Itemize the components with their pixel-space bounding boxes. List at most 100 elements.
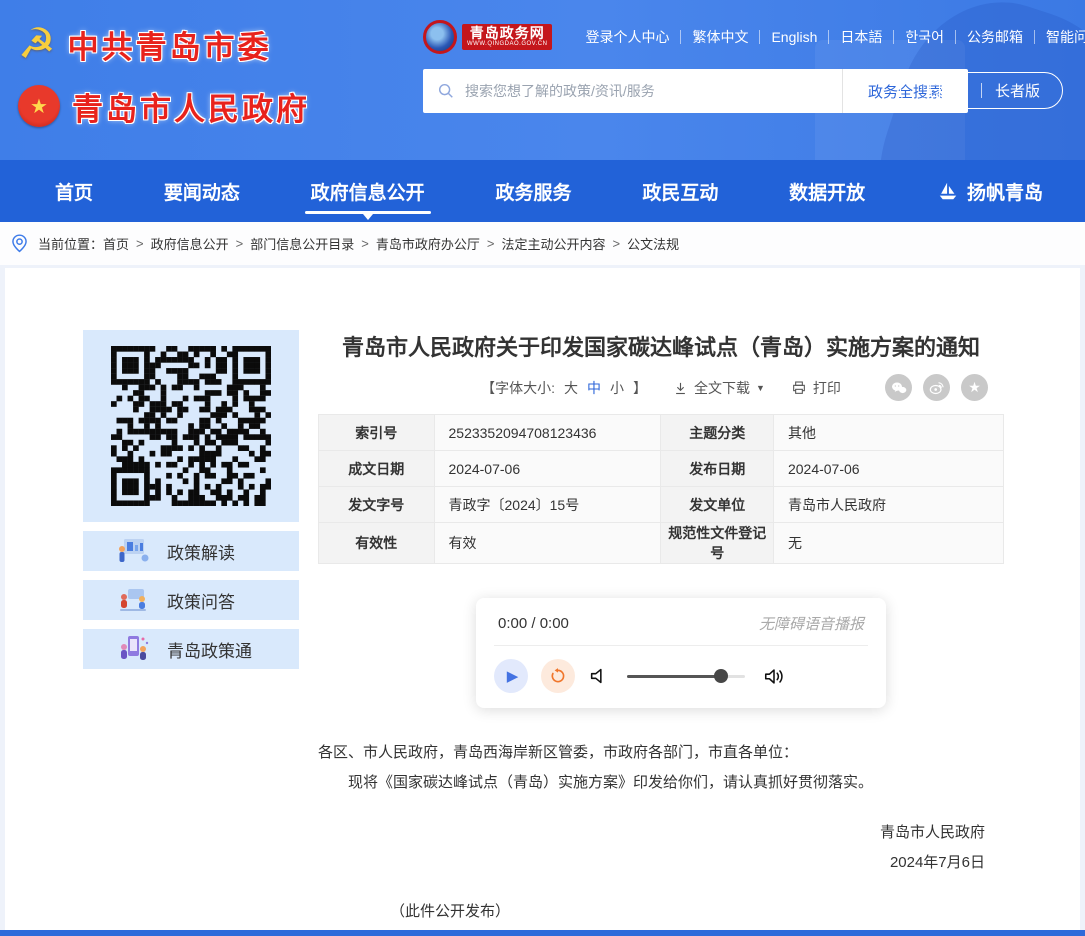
font-size-prefix: 【字体大小:	[481, 378, 555, 398]
breadcrumb-home[interactable]: 首页	[103, 234, 129, 253]
font-size-large-button[interactable]: 大	[564, 378, 578, 398]
sidebar-item-label: 青岛政策通	[167, 637, 252, 662]
print-button[interactable]: 打印	[791, 378, 841, 398]
play-button[interactable]: ▶	[494, 659, 528, 693]
download-full-text-button[interactable]: 全文下载 ▼	[673, 378, 765, 398]
volume-knob[interactable]	[714, 669, 728, 683]
breadcrumb-separator: >	[236, 236, 244, 251]
public-release-note: （此件公开发布）	[390, 900, 1004, 921]
link-english[interactable]: English	[760, 29, 828, 45]
favorite-star-icon[interactable]: ★	[961, 374, 988, 401]
font-size-medium-button[interactable]: 中	[587, 378, 601, 398]
globe-icon	[423, 20, 457, 54]
meta-label: 主题分类	[661, 415, 773, 451]
org-row-government: ★ 青岛市人民政府	[18, 78, 310, 134]
font-size-suffix: 】	[633, 378, 647, 398]
meta-value-topic-category: 其他	[773, 415, 1003, 451]
link-official-mail[interactable]: 公务邮箱	[956, 27, 1034, 47]
search-bar: 政务全搜索	[423, 69, 968, 113]
nav-label: 首页	[55, 178, 93, 205]
footer-strip	[0, 930, 1085, 936]
meta-label: 索引号	[319, 415, 435, 451]
accessibility-button[interactable]: 无障碍	[923, 80, 968, 101]
nav-sailing-qingdao[interactable]: 扬帆青岛	[936, 160, 1043, 222]
qr-code	[83, 330, 299, 522]
article-body: 各区、市人民政府，青岛西海岸新区管委，市政府各部门，市直各单位： 现将《国家碳达…	[318, 738, 1004, 798]
org-row-party: ☭ 中共青岛市委	[18, 16, 310, 72]
elder-version-button[interactable]: 长者版	[995, 80, 1040, 101]
paragraph-main: 现将《国家碳达峰试点（青岛）实施方案》印发给你们，请认真抓好贯彻落实。	[318, 768, 1004, 798]
party-emblem-icon: ☭	[18, 23, 56, 65]
weibo-share-icon[interactable]	[923, 374, 950, 401]
sidebar-item-policy-qa[interactable]: 政策问答	[83, 580, 299, 620]
active-triangle	[363, 214, 373, 220]
site-header: ☭ 中共青岛市委 ★ 青岛市人民政府 青岛政务网 WWW.QINGDAO.GOV…	[0, 0, 1085, 160]
sidebar-item-label: 政策问答	[167, 588, 235, 613]
search-icon	[437, 82, 455, 100]
sidebar-item-label: 政策解读	[167, 539, 235, 564]
font-size-small-button[interactable]: 小	[610, 378, 624, 398]
nav-open-data[interactable]: 数据开放	[789, 160, 865, 222]
national-emblem-icon: ★	[18, 85, 60, 127]
site-logo[interactable]: 青岛政务网 WWW.QINGDAO.GOV.CN	[423, 20, 552, 54]
meta-value-issuing-unit: 青岛市人民政府	[773, 487, 1003, 523]
loud-speaker-icon[interactable]	[762, 665, 786, 687]
meta-value-validity: 有效	[434, 523, 661, 564]
link-smart-qa[interactable]: 智能问答	[1035, 27, 1085, 47]
breadcrumb-statutory-content[interactable]: 法定主动公开内容	[501, 234, 605, 253]
search-input[interactable]	[465, 83, 828, 99]
meta-label: 成文日期	[319, 451, 435, 487]
policy-interpretation-illustration-icon	[115, 536, 151, 566]
article-content: 青岛市人民政府关于印发国家碳达峰试点（青岛）实施方案的通知 【字体大小: 大 中…	[318, 332, 1004, 921]
link-japanese[interactable]: 日本語	[829, 27, 893, 47]
wechat-share-icon[interactable]	[885, 374, 912, 401]
nav-home[interactable]: 首页	[55, 160, 93, 222]
nav-news[interactable]: 要闻动态	[164, 160, 240, 222]
main-nav: 首页 要闻动态 政府信息公开 政务服务 政民互动 数据开放 扬帆青岛	[0, 160, 1085, 222]
link-korean[interactable]: 한국어	[894, 27, 955, 47]
link-login-center[interactable]: 登录个人中心	[574, 27, 680, 47]
sailboat-icon	[936, 180, 960, 202]
location-pin-icon	[9, 233, 30, 254]
mute-speaker-icon[interactable]	[588, 665, 610, 687]
breadcrumb-separator: >	[612, 236, 620, 251]
paragraph-salutation: 各区、市人民政府，青岛西海岸新区管委，市政府各部门，市直各单位：	[318, 738, 1004, 768]
meta-value-doc-number: 青政字〔2024〕15号	[434, 487, 661, 523]
government-org-title: 青岛市人民政府	[72, 84, 310, 129]
meta-row: 有效性 有效 规范性文件登记号 无	[319, 523, 1004, 564]
site-logo-name: 青岛政务网	[467, 26, 547, 41]
volume-slider[interactable]	[627, 675, 745, 678]
nav-gov-info-disclosure[interactable]: 政府信息公开	[311, 160, 425, 222]
article-title: 青岛市人民政府关于印发国家碳达峰试点（青岛）实施方案的通知	[318, 332, 1004, 364]
audio-controls: ▶	[494, 646, 868, 693]
audio-player-top: 0:00 / 0:00 无障碍语音播报	[494, 611, 868, 646]
nav-label: 扬帆青岛	[967, 178, 1043, 205]
utility-bar: 青岛政务网 WWW.QINGDAO.GOV.CN 登录个人中心 繁体中文 Eng…	[423, 17, 1073, 57]
breadcrumb-separator: >	[361, 236, 369, 251]
breadcrumb-dept-catalog[interactable]: 部门信息公开目录	[250, 234, 354, 253]
meta-value-registration-number: 无	[773, 523, 1003, 564]
meta-value-index-number: 2523352094708123436	[434, 415, 661, 451]
document-meta-table: 索引号 2523352094708123436 主题分类 其他 成文日期 202…	[318, 414, 1004, 564]
nav-label: 政府信息公开	[311, 178, 425, 205]
breadcrumb-gov-office[interactable]: 青岛市政府办公厅	[376, 234, 480, 253]
sidebar-item-policy-interpretation[interactable]: 政策解读	[83, 531, 299, 571]
qr-code-image	[111, 346, 271, 506]
share-buttons: ★	[885, 374, 988, 401]
meta-row: 索引号 2523352094708123436 主题分类 其他	[319, 415, 1004, 451]
nav-public-interaction[interactable]: 政民互动	[642, 160, 718, 222]
meta-label: 规范性文件登记号	[661, 523, 773, 564]
nav-gov-services[interactable]: 政务服务	[495, 160, 571, 222]
meta-label: 有效性	[319, 523, 435, 564]
site-logo-banner: 青岛政务网 WWW.QINGDAO.GOV.CN	[462, 24, 552, 50]
link-traditional-chinese[interactable]: 繁体中文	[681, 27, 759, 47]
breadcrumb-official-docs[interactable]: 公文法规	[627, 234, 679, 253]
audio-player: 0:00 / 0:00 无障碍语音播报 ▶	[476, 598, 886, 708]
breadcrumb-gov-info[interactable]: 政府信息公开	[151, 234, 229, 253]
breadcrumb-prefix: 当前位置：	[38, 234, 103, 253]
sidebar-item-qingdao-policy-pass[interactable]: 青岛政策通	[83, 629, 299, 669]
accessibility-pill: 无障碍 长者版	[900, 72, 1063, 109]
policy-qa-illustration-icon	[115, 585, 151, 615]
loop-button[interactable]	[541, 659, 575, 693]
breadcrumb: 当前位置： 首页 > 政府信息公开 > 部门信息公开目录 > 青岛市政府办公厅 …	[0, 222, 1085, 265]
